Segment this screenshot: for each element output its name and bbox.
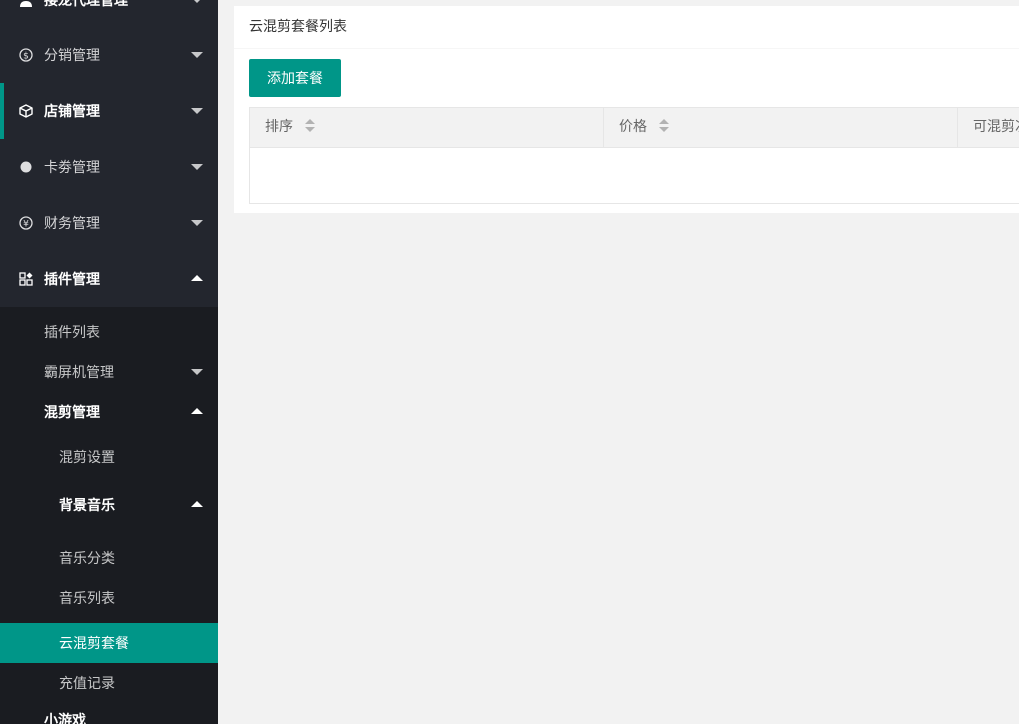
sidebar-item-label: 小游戏 xyxy=(44,713,86,724)
submenu-item-label: 云混剪套餐 xyxy=(59,636,129,652)
submenu-item-screen-machine[interactable]: 霸屏机管理 xyxy=(0,352,218,392)
sidebar-item-label: 分销管理 xyxy=(44,48,100,64)
package-list-card: 云混剪套餐列表 添加套餐 排序 价格 可混剪次数 xyxy=(234,6,1019,213)
sidebar-item-store[interactable]: 店铺管理 xyxy=(0,83,218,139)
sidebar-item-label: 插件管理 xyxy=(44,272,100,288)
sidebar-item-agent[interactable]: 接龙代理管理 xyxy=(0,0,218,28)
submenu-item-recharge-record[interactable]: 充值记录 xyxy=(0,663,218,703)
table-header: 排序 价格 可混剪次数 xyxy=(250,108,1019,148)
submenu-item-mix-cut-settings[interactable]: 混剪设置 xyxy=(0,437,218,477)
chevron-down-icon xyxy=(191,108,203,114)
submenu-item-music-list[interactable]: 音乐列表 xyxy=(0,578,218,618)
submenu-item-label: 音乐列表 xyxy=(59,591,115,607)
submenu-item-music-category[interactable]: 音乐分类 xyxy=(0,538,218,578)
dollar-circle-icon: $ xyxy=(19,48,33,62)
column-header-label: 价格 xyxy=(619,119,647,135)
cube-icon xyxy=(19,104,33,118)
column-header-mix-count[interactable]: 可混剪次数 xyxy=(958,108,1019,147)
svg-text:$: $ xyxy=(23,52,29,62)
sidebar-item-label: 财务管理 xyxy=(44,216,100,232)
column-header-sort[interactable]: 排序 xyxy=(250,108,604,147)
chevron-down-icon xyxy=(191,0,203,3)
column-header-label: 排序 xyxy=(265,119,293,135)
sidebar-item-label: 店铺管理 xyxy=(44,104,100,120)
submenu-item-label: 霸屏机管理 xyxy=(44,365,114,381)
chevron-down-icon xyxy=(191,369,203,375)
column-header-label: 可混剪次数 xyxy=(973,119,1019,135)
dot-circle-icon xyxy=(20,161,32,173)
sort-icon[interactable] xyxy=(305,119,316,133)
submenu-item-label: 音乐分类 xyxy=(59,551,115,567)
column-header-price[interactable]: 价格 xyxy=(604,108,958,147)
sidebar: 接龙代理管理 $ 分销管理 店铺管理 卡劵管理 ¥ 财务管理 插件管理 插件列表… xyxy=(0,0,218,724)
sidebar-item-mini-game[interactable]: 小游戏 xyxy=(0,700,218,724)
sidebar-item-label: 接龙代理管理 xyxy=(44,0,128,9)
submenu-item-mix-cut[interactable]: 混剪管理 xyxy=(0,392,218,432)
chevron-down-icon xyxy=(191,220,203,226)
chevron-up-icon xyxy=(191,275,203,281)
submenu-item-cloud-package[interactable]: 云混剪套餐 xyxy=(0,623,218,663)
apps-icon xyxy=(19,272,33,286)
yen-circle-icon: ¥ xyxy=(19,216,33,230)
submenu-item-plugin-list[interactable]: 插件列表 xyxy=(0,312,218,352)
sidebar-item-finance[interactable]: ¥ 财务管理 xyxy=(0,195,218,251)
submenu-item-bg-music[interactable]: 背景音乐 xyxy=(0,485,218,525)
package-table: 排序 价格 可混剪次数 xyxy=(249,107,1019,204)
sidebar-item-distribution[interactable]: $ 分销管理 xyxy=(0,27,218,83)
chevron-up-icon xyxy=(191,408,203,414)
active-indicator xyxy=(0,83,4,139)
submenu-item-label: 充值记录 xyxy=(59,676,115,692)
sidebar-item-coupon[interactable]: 卡劵管理 xyxy=(0,139,218,195)
chevron-up-icon xyxy=(191,501,203,507)
submenu-item-label: 混剪设置 xyxy=(59,450,115,466)
card-title: 云混剪套餐列表 xyxy=(234,6,1019,49)
chevron-down-icon xyxy=(191,52,203,58)
chevron-down-icon xyxy=(191,164,203,170)
plugin-submenu: 插件列表 霸屏机管理 混剪管理 混剪设置 背景音乐 音乐分类 音乐列表 云混剪套… xyxy=(0,307,218,724)
svg-text:¥: ¥ xyxy=(23,220,29,230)
sort-icon[interactable] xyxy=(659,119,670,133)
add-package-button[interactable]: 添加套餐 xyxy=(249,59,341,97)
submenu-item-label: 背景音乐 xyxy=(59,498,115,514)
table-body xyxy=(250,148,1019,203)
sidebar-item-label: 卡劵管理 xyxy=(44,160,100,176)
sidebar-item-plugins[interactable]: 插件管理 xyxy=(0,251,218,307)
user-icon xyxy=(20,1,32,7)
submenu-item-label: 插件列表 xyxy=(44,325,100,341)
submenu-item-label: 混剪管理 xyxy=(44,405,100,421)
